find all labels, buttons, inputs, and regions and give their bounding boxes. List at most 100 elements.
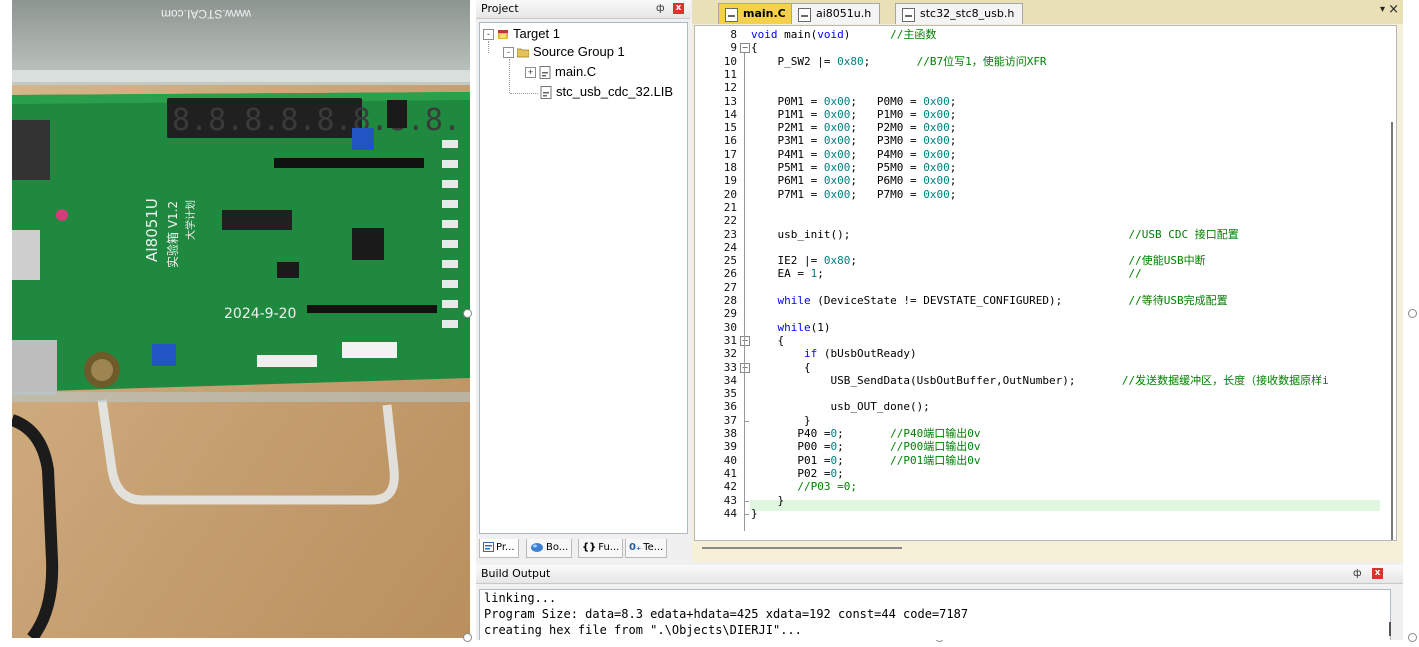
line-number: 43 <box>723 493 737 507</box>
collapse-icon[interactable]: - <box>503 47 514 59</box>
board-date-mark: 2024-9-20 <box>224 306 296 322</box>
fold-toggle-icon[interactable]: − <box>740 362 750 373</box>
code-line[interactable]: P_SW2 |= 0x80; //B7位写1，使能访问XFR <box>751 56 1046 67</box>
code-line[interactable]: //P03 =0; <box>751 481 857 492</box>
tree-node-source-group[interactable]: - Source Group 1 <box>503 43 625 61</box>
code-line[interactable]: while(1) <box>751 322 831 333</box>
folder-icon <box>517 48 529 58</box>
close-tab-icon[interactable]: × <box>1388 2 1399 17</box>
resize-handle-left[interactable] <box>463 309 472 318</box>
line-number: 15 <box>723 121 737 135</box>
code-line[interactable]: P40 =0; //P40端口输出0v <box>751 428 980 439</box>
code-line[interactable]: IE2 |= 0x80; //使能USB中断 <box>751 255 1205 266</box>
pin-icon[interactable]: ф <box>1353 565 1362 583</box>
code-line[interactable]: void main(void) //主函数 <box>751 29 936 40</box>
code-line[interactable]: usb_init(); //USB CDC 接口配置 <box>751 229 1238 240</box>
code-line[interactable]: P4M1 = 0x00; P4M0 = 0x00; <box>751 149 956 160</box>
tree-node-target[interactable]: - Target 1 <box>483 25 560 43</box>
line-number: 33 <box>723 360 737 374</box>
code-line[interactable]: P1M1 = 0x00; P1M0 = 0x00; <box>751 109 956 120</box>
build-line: Program Size: data=8.3 edata+hdata=425 x… <box>484 607 969 621</box>
tree-node-main-c[interactable]: + main.C <box>525 63 596 81</box>
line-number: 42 <box>723 480 737 494</box>
fold-toggle-icon[interactable]: − <box>740 43 750 54</box>
line-number: 27 <box>723 280 737 294</box>
code-line[interactable]: } <box>751 415 811 426</box>
tab-books[interactable]: Bo... <box>526 539 573 558</box>
build-line: linking... <box>484 591 557 605</box>
tab-functions-label: Fu... <box>598 542 620 553</box>
build-output-header: Build Output ф x <box>476 565 1403 584</box>
code-line[interactable]: P00 =0; //P00端口输出0v <box>751 441 980 452</box>
code-line[interactable]: } <box>751 495 784 506</box>
code-line[interactable]: { <box>751 362 811 373</box>
build-output-close-button[interactable]: x <box>1372 568 1383 579</box>
horizontal-scrollbar[interactable] <box>702 547 902 549</box>
project-tree: - Target 1 - Source Group 1 + main.C stc_us… <box>479 22 688 534</box>
resize-handle-bottom-left[interactable] <box>463 633 472 642</box>
current-line-highlight <box>750 500 1380 511</box>
tab-stc32-label: stc32_stc8_usb.h <box>920 7 1015 20</box>
code-line[interactable]: usb_OUT_done(); <box>751 401 929 412</box>
code-line[interactable]: while (DeviceState != DEVSTATE_CONFIGURE… <box>751 295 1228 306</box>
code-line[interactable]: P02 =0; <box>751 468 843 479</box>
line-number: 36 <box>723 400 737 414</box>
code-line[interactable]: if (bUsbOutReady) <box>751 348 917 359</box>
line-number: 10 <box>723 54 737 68</box>
resize-handle-bottom-right[interactable] <box>1408 633 1417 642</box>
code-line[interactable]: USB_SendData(UsbOutBuffer,OutNumber); //… <box>751 375 1328 386</box>
line-number: 37 <box>723 413 737 427</box>
tree-node-label: Source Group 1 <box>533 44 625 59</box>
code-editor[interactable]: 8 9−10 11 12 13 14 15 16 17 18 19 20 21 22 23 24 25 26 27 2… <box>694 25 1397 541</box>
line-number: 23 <box>723 227 737 241</box>
line-number: 40 <box>723 453 737 467</box>
watermark-text: www.STCAI.com <box>161 7 252 21</box>
tree-node-label: main.C <box>555 64 597 79</box>
code-line[interactable]: P6M1 = 0x00; P6M0 = 0x00; <box>751 175 956 186</box>
fold-toggle-icon[interactable]: − <box>740 335 750 346</box>
line-number: 9 <box>730 41 737 55</box>
collapse-icon[interactable]: - <box>483 29 494 41</box>
tree-node-label: Target 1 <box>513 26 560 41</box>
tab-stc32-stc8-usb-h[interactable]: stc32_stc8_usb.h <box>895 3 1024 24</box>
line-number: 19 <box>723 174 737 188</box>
expand-icon[interactable]: + <box>525 67 536 79</box>
code-line[interactable]: { <box>751 335 784 346</box>
tab-templates[interactable]: 0₊ Te... <box>625 539 668 558</box>
tree-node-lib[interactable]: stc_usb_cdc_32.LIB <box>540 83 673 101</box>
tab-project-label: Pr... <box>496 542 515 553</box>
project-panel-close-button[interactable]: x <box>673 3 684 14</box>
code-line[interactable]: P2M1 = 0x00; P2M0 = 0x00; <box>751 122 956 133</box>
code-line[interactable]: EA = 1; // <box>751 268 1141 279</box>
board-subtitle-2: 大学计划 <box>184 200 197 240</box>
code-line[interactable]: } <box>751 508 758 519</box>
code-line[interactable]: P5M1 = 0x00; P5M0 = 0x00; <box>751 162 956 173</box>
pin-icon[interactable]: ф <box>656 0 665 18</box>
tab-main-c[interactable]: main.C <box>718 3 795 24</box>
editor-tab-bar: main.C ai8051u.h stc32_stc8_usb.h ▾ × <box>692 0 1403 24</box>
line-number: 29 <box>723 307 737 321</box>
code-line[interactable]: P01 =0; //P01端口输出0v <box>751 455 980 466</box>
tab-books-label: Bo... <box>546 542 569 553</box>
line-number: 44 <box>723 506 737 520</box>
tab-ai8051u-h[interactable]: ai8051u.h <box>791 3 881 24</box>
code-line[interactable]: P7M1 = 0x00; P7M0 = 0x00; <box>751 189 956 200</box>
vertical-scrollbar[interactable] <box>1391 122 1393 540</box>
project-tab-icon <box>483 542 494 552</box>
tab-functions[interactable]: {} Fu... <box>578 539 624 558</box>
line-number: 34 <box>723 373 737 387</box>
resize-handle-right[interactable] <box>1408 309 1417 318</box>
line-number: 14 <box>723 107 737 121</box>
line-number-gutter: 8 9−10 11 12 13 14 15 16 17 18 19 20 21 22 23 24 25 26 27 2… <box>695 26 750 540</box>
build-output-scrollbar[interactable] <box>1389 622 1391 636</box>
project-panel-tabs: Pr... Bo... {} Fu... 0₊ Te... <box>479 537 686 559</box>
file-tab-icon <box>902 8 915 22</box>
books-tab-icon <box>531 542 543 552</box>
code-line[interactable]: { <box>751 42 758 53</box>
project-panel-title: Project <box>481 2 519 15</box>
tab-list-dropdown-icon[interactable]: ▾ <box>1380 4 1385 15</box>
tab-project[interactable]: Pr... <box>479 539 519 558</box>
code-line[interactable]: P3M1 = 0x00; P3M0 = 0x00; <box>751 135 956 146</box>
code-line[interactable]: P0M1 = 0x00; P0M0 = 0x00; <box>751 96 956 107</box>
line-number: 12 <box>723 81 737 95</box>
